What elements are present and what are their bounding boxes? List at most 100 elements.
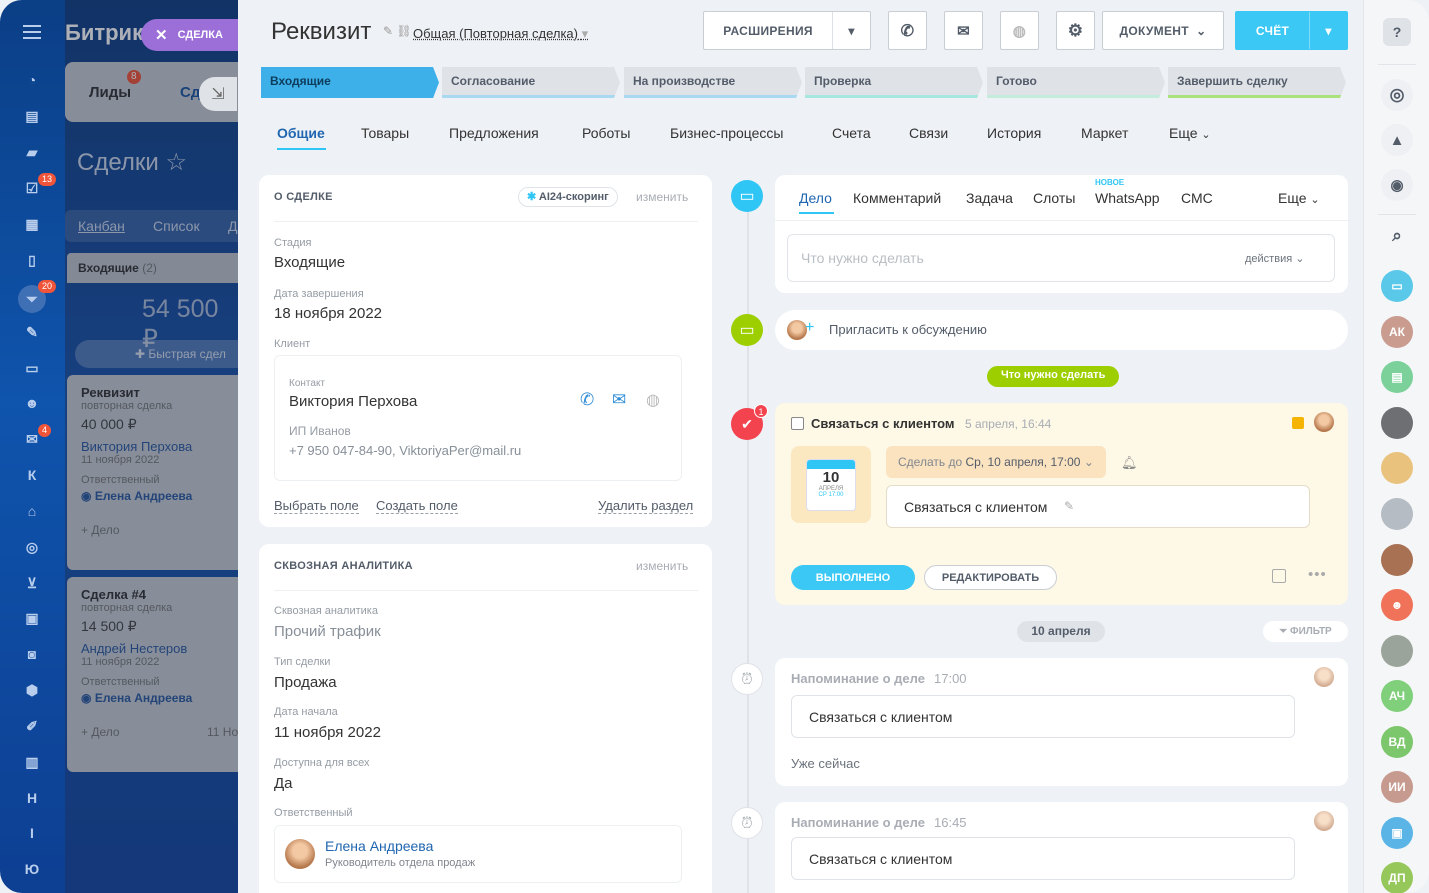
stage-check[interactable]: Проверка — [805, 67, 983, 98]
flag-icon[interactable] — [1292, 417, 1304, 429]
feed-tab-slots[interactable]: Слоты — [1033, 190, 1075, 206]
chat-icon[interactable]: ▰ — [22, 142, 42, 162]
chevron-down-icon[interactable]: ▾ — [1309, 12, 1347, 49]
sign-icon[interactable]: ✎ — [22, 322, 42, 342]
email-button[interactable]: ✉ — [944, 11, 983, 50]
contact-name[interactable]: Виктория Перхова — [289, 393, 417, 410]
feed-tab-comment[interactable]: Комментарий — [853, 190, 941, 206]
feed-tab-sms[interactable]: СМС — [1181, 190, 1213, 206]
bell-icon[interactable]: 🔔︎ — [1121, 455, 1138, 471]
tab-links[interactable]: Связи — [909, 125, 948, 141]
more-icon[interactable]: ••• — [1308, 566, 1327, 583]
delete-section-link[interactable]: Удалить раздел — [598, 498, 694, 514]
letter-i[interactable]: I — [22, 823, 42, 843]
chat-icon[interactable]: ◉ — [1381, 169, 1413, 201]
pipeline-selector[interactable]: Общая (Повторная сделка) ▾ — [413, 26, 588, 42]
avatar[interactable]: АК — [1381, 316, 1413, 348]
document-button[interactable]: ДОКУМЕНТ ⌄ — [1102, 11, 1224, 50]
stage-incoming[interactable]: Входящие — [261, 67, 439, 98]
tab-products[interactable]: Товары — [361, 125, 409, 141]
general-chat-icon[interactable]: ▭ — [1381, 270, 1413, 302]
calendar-icon[interactable]: ▦ — [22, 214, 42, 234]
search-icon[interactable]: ⌕ — [1381, 220, 1413, 252]
feed-tab-task[interactable]: Задача — [966, 190, 1013, 206]
stage-ready[interactable]: Готово — [987, 67, 1165, 98]
stage-approval[interactable]: Согласование — [442, 67, 620, 98]
edit-title-icon[interactable]: ✎ ⛓ — [383, 24, 412, 38]
store-icon[interactable]: ▭ — [22, 358, 42, 378]
chat-button[interactable]: ◍ — [1000, 11, 1039, 50]
invoice-button[interactable]: СЧЁТ ▾ — [1235, 11, 1348, 50]
done-button[interactable]: ВЫПОЛНЕНО — [791, 565, 915, 590]
feed-icon[interactable]: ▤ — [22, 106, 42, 126]
chevron-down-icon[interactable]: ▾ — [832, 12, 870, 49]
help-icon[interactable]: ? — [1383, 18, 1411, 46]
contacts-icon[interactable]: ▣ — [1381, 817, 1413, 849]
filter-button[interactable]: ⏷ ФИЛЬТР — [1263, 621, 1348, 642]
group-icon[interactable]: ☻ — [1381, 589, 1413, 621]
responsible-name[interactable]: Елена Андреева — [325, 838, 433, 854]
feed-tab-more[interactable]: Еще ⌄ — [1278, 190, 1320, 206]
bell-icon[interactable]: ▲ — [1381, 124, 1413, 156]
edit-link[interactable]: изменить — [636, 190, 688, 204]
copilot-icon[interactable]: ◎ — [1381, 79, 1413, 111]
contacts-icon[interactable]: ☻ — [22, 393, 42, 413]
feed-tab-deal[interactable]: Дело — [799, 190, 832, 206]
chat-icon[interactable]: ◍ — [646, 390, 660, 410]
call-button[interactable]: ✆ — [888, 11, 927, 50]
invite-row[interactable]: + Пригласить к обсуждению — [775, 310, 1348, 350]
tab-market[interactable]: Маркет — [1081, 125, 1128, 141]
avatar[interactable] — [1381, 544, 1413, 576]
letter-yu[interactable]: Ю — [22, 859, 42, 879]
stage-finish[interactable]: Завершить сделку — [1168, 67, 1346, 98]
feed-tab-whatsapp[interactable]: WhatsApp — [1095, 190, 1160, 206]
actions-dropdown[interactable]: действия ⌄ — [1245, 252, 1304, 265]
id-card-icon[interactable]: ▣ — [22, 608, 42, 628]
choose-field-link[interactable]: Выбрать поле — [274, 498, 359, 514]
avatar[interactable] — [1381, 635, 1413, 667]
close-icon[interactable]: ✕ — [155, 26, 168, 44]
task-text-box[interactable]: Связаться с клиентом ✎ — [886, 485, 1310, 528]
tab-history[interactable]: История — [987, 125, 1041, 141]
tab-bizproc[interactable]: Бизнес-процессы — [670, 125, 783, 141]
stage-production[interactable]: На производстве — [624, 67, 802, 98]
deadline-selector[interactable]: Сделать до Ср, 10 апреля, 17:00 ⌄ — [886, 446, 1106, 478]
todo-input[interactable]: Что нужно сделать действия ⌄ — [787, 234, 1335, 282]
avatar[interactable]: ДП — [1381, 862, 1413, 893]
cart-icon[interactable]: ⊻ — [22, 573, 42, 593]
edit-button[interactable]: РЕДАКТИРОВАТЬ — [924, 565, 1057, 590]
avatar[interactable]: ВД — [1381, 726, 1413, 758]
tab-robots[interactable]: Роботы — [582, 125, 630, 141]
task-checkbox[interactable] — [791, 417, 804, 430]
edit-list-icon[interactable]: ✐ — [22, 716, 42, 736]
tab-more[interactable]: Еще ⌄ — [1169, 125, 1211, 141]
create-field-link[interactable]: Создать поле — [376, 498, 458, 514]
robot-icon[interactable]: ◙ — [22, 644, 42, 664]
minimize-icon[interactable]: ⇲ — [199, 77, 237, 111]
docs-icon[interactable]: ▯ — [22, 250, 42, 270]
avatar[interactable] — [1381, 407, 1413, 439]
notes-icon[interactable]: ▤ — [1381, 361, 1413, 393]
note-icon[interactable] — [1272, 569, 1286, 583]
pencil-icon[interactable]: ✎ — [1064, 499, 1074, 513]
tab-offers[interactable]: Предложения — [449, 125, 539, 141]
letter-n[interactable]: Н — [22, 788, 42, 808]
avatar[interactable] — [1381, 498, 1413, 530]
settings-button[interactable]: ⚙ — [1056, 11, 1095, 50]
chart-icon[interactable]: ▥ — [22, 752, 42, 772]
extensions-button[interactable]: РАСШИРЕНИЯ ▾ — [703, 11, 871, 50]
letter-k[interactable]: К — [22, 465, 42, 485]
crm-icon[interactable]: ◔ — [22, 70, 42, 90]
box-icon[interactable]: ⬢ — [22, 680, 42, 700]
tab-invoices[interactable]: Счета — [832, 125, 871, 141]
mail-icon[interactable]: ✉ — [612, 390, 626, 410]
target-icon[interactable]: ◎ — [22, 537, 42, 557]
avatar[interactable]: АЧ — [1381, 680, 1413, 712]
company-icon[interactable]: ⌂ — [22, 501, 42, 521]
avatar[interactable]: ИИ — [1381, 771, 1413, 803]
phone-icon[interactable]: ✆ — [580, 390, 594, 410]
ai-scoring-chip[interactable]: ✱ AI24-скоринг — [518, 187, 618, 207]
tab-general[interactable]: Общие — [277, 125, 325, 141]
avatar[interactable] — [1381, 452, 1413, 484]
menu-icon[interactable] — [22, 22, 42, 42]
